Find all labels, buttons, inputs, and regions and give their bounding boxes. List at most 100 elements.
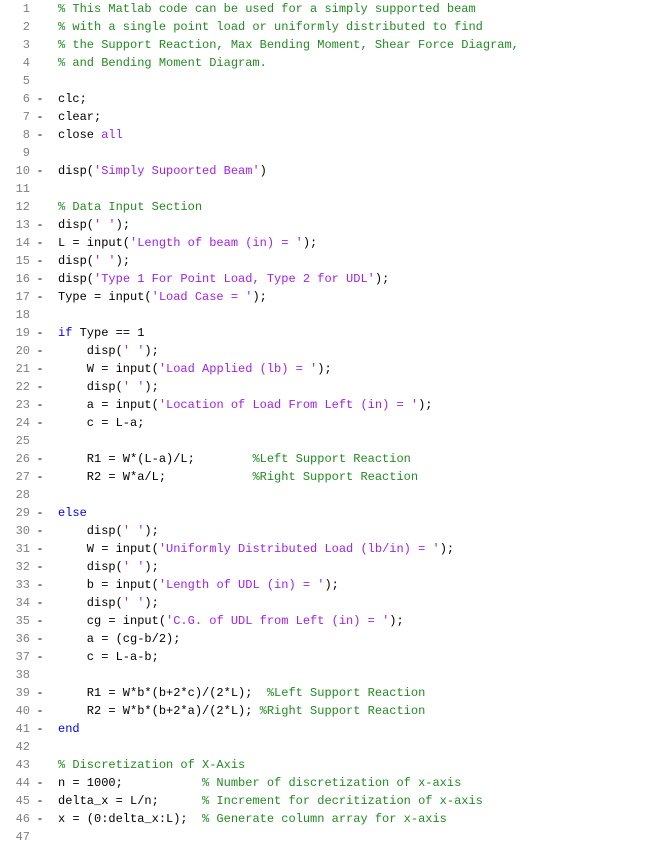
line-marker: - <box>34 360 46 378</box>
line-number: 28 <box>0 486 34 504</box>
token-string: 'Simply Supoorted Beam' <box>94 164 260 178</box>
token-plain: ); <box>144 380 158 394</box>
token-comment: % Discretization of X-Axis <box>58 758 245 772</box>
line-marker: - <box>34 216 46 234</box>
line-marker: - <box>34 378 46 396</box>
code-content: else <box>46 504 87 522</box>
token-plain: disp( <box>58 164 94 178</box>
token-keyword: end <box>58 722 80 736</box>
code-line: 42 <box>0 738 660 756</box>
token-string: ' ' <box>123 596 145 610</box>
line-marker: - <box>34 162 46 180</box>
code-content: if Type == 1 <box>46 324 144 342</box>
code-content: close all <box>46 126 123 144</box>
code-line: 15-disp(' '); <box>0 252 660 270</box>
code-content: disp(' '); <box>46 378 159 396</box>
token-plain: ); <box>116 254 130 268</box>
code-line: 6-clc; <box>0 90 660 108</box>
code-content: W = input('Load Applied (lb) = '); <box>46 360 332 378</box>
token-string: 'Length of beam (in) = ' <box>130 236 303 250</box>
code-line: 37- c = L-a-b; <box>0 648 660 666</box>
code-line: 21- W = input('Load Applied (lb) = '); <box>0 360 660 378</box>
token-comment: % Generate column array for x-axis <box>202 812 447 826</box>
code-content: n = 1000; % Number of discretization of … <box>46 774 461 792</box>
code-line: 11 <box>0 180 660 198</box>
code-line: 7-clear; <box>0 108 660 126</box>
line-number: 43 <box>0 756 34 774</box>
token-string: ' ' <box>123 560 145 574</box>
token-plain: ); <box>116 218 130 232</box>
line-number: 11 <box>0 180 34 198</box>
token-string: 'Uniformly Distributed Load (lb/in) = ' <box>159 542 440 556</box>
code-line: 34- disp(' '); <box>0 594 660 612</box>
line-number: 41 <box>0 720 34 738</box>
token-comment: % Data Input Section <box>58 200 202 214</box>
token-plain: disp( <box>58 596 123 610</box>
code-line: 9 <box>0 144 660 162</box>
token-plain: R2 = W*a/L; <box>58 470 252 484</box>
line-marker: - <box>34 648 46 666</box>
line-marker: - <box>34 270 46 288</box>
code-content: disp(' '); <box>46 558 159 576</box>
token-plain: ); <box>303 236 317 250</box>
code-content: % with a single point load or uniformly … <box>46 18 483 36</box>
code-line: 45-delta_x = L/n; % Increment for decrit… <box>0 792 660 810</box>
code-line: 28 <box>0 486 660 504</box>
line-marker: - <box>34 450 46 468</box>
line-number: 37 <box>0 648 34 666</box>
token-plain: delta_x = L/n; <box>58 794 202 808</box>
code-line: 25 <box>0 432 660 450</box>
code-line: 35- cg = input('C.G. of UDL from Left (i… <box>0 612 660 630</box>
line-number: 2 <box>0 18 34 36</box>
line-number: 7 <box>0 108 34 126</box>
token-comment: %Right Support Reaction <box>252 470 418 484</box>
line-marker: - <box>34 126 46 144</box>
line-marker: - <box>34 612 46 630</box>
code-content: delta_x = L/n; % Increment for decritiza… <box>46 792 483 810</box>
line-number: 39 <box>0 684 34 702</box>
code-content: disp(' '); <box>46 216 130 234</box>
code-line: 44-n = 1000; % Number of discretization … <box>0 774 660 792</box>
token-plain: Type = input( <box>58 290 152 304</box>
line-number: 18 <box>0 306 34 324</box>
token-keyword: if <box>58 326 72 340</box>
code-content: a = (cg-b/2); <box>46 630 180 648</box>
token-plain: ); <box>317 362 331 376</box>
line-marker: - <box>34 252 46 270</box>
token-comment: % and Bending Moment Diagram. <box>58 56 267 70</box>
code-line: 46-x = (0:delta_x:L); % Generate column … <box>0 810 660 828</box>
code-line: 22- disp(' '); <box>0 378 660 396</box>
code-line: 10-disp('Simply Supoorted Beam') <box>0 162 660 180</box>
code-line: 17-Type = input('Load Case = '); <box>0 288 660 306</box>
line-number: 45 <box>0 792 34 810</box>
line-marker: - <box>34 90 46 108</box>
token-string: ' ' <box>94 218 116 232</box>
code-content: clc; <box>46 90 87 108</box>
token-plain: disp( <box>58 218 94 232</box>
code-content: R2 = W*a/L; %Right Support Reaction <box>46 468 418 486</box>
code-line: 19-if Type == 1 <box>0 324 660 342</box>
token-plain: close <box>58 128 101 142</box>
token-string: ' ' <box>123 524 145 538</box>
token-plain: ) <box>260 164 267 178</box>
line-number: 9 <box>0 144 34 162</box>
token-comment: %Right Support Reaction <box>260 704 426 718</box>
code-content: W = input('Uniformly Distributed Load (l… <box>46 540 454 558</box>
code-line: 12 % Data Input Section <box>0 198 660 216</box>
line-number: 4 <box>0 54 34 72</box>
line-number: 32 <box>0 558 34 576</box>
code-line: 29-else <box>0 504 660 522</box>
line-number: 24 <box>0 414 34 432</box>
token-string: ' ' <box>94 254 116 268</box>
code-content: disp(' '); <box>46 252 130 270</box>
token-plain: ); <box>144 344 158 358</box>
code-line: 13-disp(' '); <box>0 216 660 234</box>
code-content: disp(' '); <box>46 522 159 540</box>
line-number: 15 <box>0 252 34 270</box>
code-content: c = L-a; <box>46 414 144 432</box>
token-plain: cg = input( <box>58 614 166 628</box>
token-string: ' ' <box>123 344 145 358</box>
code-line: 4 % and Bending Moment Diagram. <box>0 54 660 72</box>
line-number: 12 <box>0 198 34 216</box>
line-marker: - <box>34 594 46 612</box>
